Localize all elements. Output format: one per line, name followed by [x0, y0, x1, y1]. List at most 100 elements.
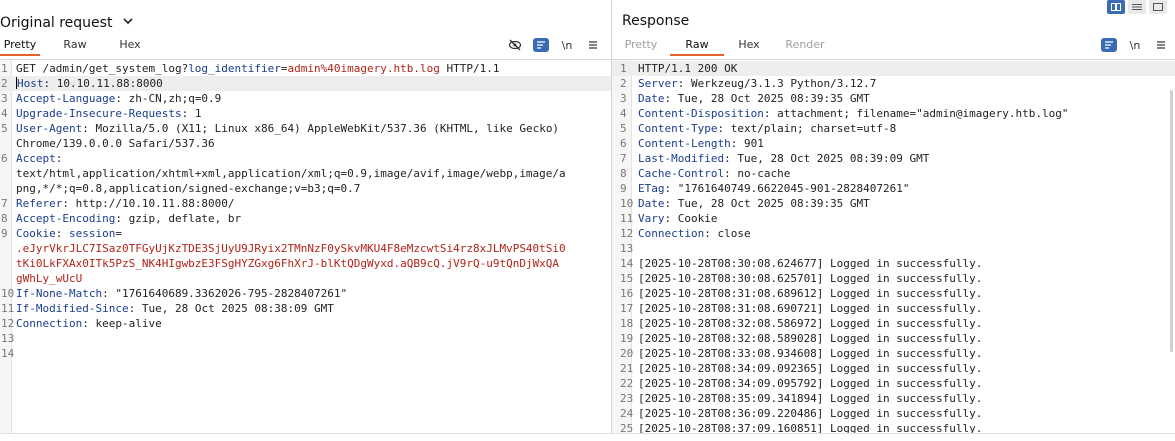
response-editor[interactable]: 1 HTTP/1.1 200 OK 2 Server: Werkzeug/3.1.3 …	[612, 59, 1175, 436]
line-content: Upgrade-Insecure-Requests: 1	[16, 106, 201, 121]
code-line: 3 Accept-Language: zh-CN,zh;q=0.9	[0, 91, 611, 106]
request-editor[interactable]: 1 GET /admin/get_system_log?log_identifie…	[0, 59, 611, 433]
line-number: 18	[620, 317, 634, 330]
text: [2025-10-28T08:30:08.624677] Logged in s…	[638, 257, 983, 270]
line-content: If-Modified-Since: Tue, 28 Oct 2025 08:3…	[16, 301, 334, 316]
line-number: 12	[620, 227, 634, 240]
line-number: 7	[1, 197, 8, 210]
code-line: 14	[0, 346, 611, 361]
newline-toggle[interactable]: \n	[1122, 37, 1148, 53]
text: : text/plain; charset=utf-8	[717, 122, 897, 135]
text: : close	[704, 227, 751, 240]
code-line: 9 ETag: "1761640749.6622045-901-282840726…	[612, 181, 1175, 196]
layout-toggle	[1107, 0, 1167, 14]
line-content: [2025-10-28T08:35:09.341894] Logged in s…	[638, 391, 982, 406]
tab-raw[interactable]: Raw	[40, 36, 110, 56]
code-line: 10 If-None-Match: "1761640689.3362026-795…	[0, 286, 611, 301]
param-value: tKi0LkFXAx0ITk5PzS_NK4HIgwbzE3FSgHYZGxg6…	[16, 257, 560, 270]
text: =	[115, 227, 122, 240]
header-name: Content-Length	[638, 137, 731, 150]
text: [2025-10-28T08:35:09.341894] Logged in s…	[638, 392, 983, 405]
line-content: Accept-Encoding: gzip, deflate, br	[16, 211, 241, 226]
line-content: Host: 10.10.11.88:8000	[16, 76, 163, 91]
line-number: 2	[1, 77, 8, 90]
line-content: Date: Tue, 28 Oct 2025 08:39:35 GMT	[638, 91, 870, 106]
text: [2025-10-28T08:34:09.095792] Logged in s…	[638, 377, 983, 390]
line-content: tKi0LkFXAx0ITk5PzS_NK4HIgwbzE3FSgHYZGxg6…	[16, 256, 559, 271]
code-line: text/html,application/xhtml+xml,applicat…	[0, 166, 611, 181]
layout-side-by-side-icon[interactable]	[1107, 0, 1125, 14]
tab-hex[interactable]: Hex	[724, 36, 774, 56]
line-number: 16	[620, 287, 634, 300]
code-line: 2 Server: Werkzeug/3.1.3 Python/3.12.7	[612, 76, 1175, 91]
tab-pretty[interactable]: Pretty	[0, 36, 40, 56]
text: [2025-10-28T08:31:08.689612] Logged in s…	[638, 287, 983, 300]
request-pane: Original request Pretty Raw Hex \n 1 GET …	[0, 0, 611, 441]
header-name: Cookie	[16, 227, 56, 240]
code-line: 7 Last-Modified: Tue, 28 Oct 2025 08:39:0…	[612, 151, 1175, 166]
param-value: gWhLy_wUcU	[16, 272, 83, 285]
line-number: 6	[1, 152, 8, 165]
chevron-down-icon[interactable]	[123, 13, 133, 29]
code-line: Chrome/139.0.0.0 Safari/537.36	[0, 136, 611, 151]
text: : gzip, deflate, br	[115, 212, 242, 225]
param-value: admin%40imagery.htb.log	[287, 62, 440, 75]
header-name: Content-Type	[638, 122, 718, 135]
newline-toggle[interactable]: \n	[554, 37, 580, 53]
header-name: Date	[638, 197, 665, 210]
line-content: [2025-10-28T08:36:09.220486] Logged in s…	[638, 406, 982, 421]
header-name: User-Agent	[16, 122, 83, 135]
line-content: If-None-Match: "1761640689.3362026-795-2…	[16, 286, 347, 301]
response-title: Response	[622, 13, 690, 29]
line-content: HTTP/1.1 200 OK	[638, 61, 737, 76]
header-name: Connection	[638, 227, 705, 240]
line-content: Content-Length: 901	[638, 136, 764, 151]
response-scrollbar[interactable]	[1170, 90, 1173, 352]
request-title-label: Original request	[0, 15, 113, 31]
header-name: Connection	[16, 317, 83, 330]
tab-raw[interactable]: Raw	[670, 36, 724, 56]
menu-icon[interactable]	[1148, 37, 1174, 53]
line-content: [2025-10-28T08:30:08.625701] Logged in s…	[638, 271, 982, 286]
text: :	[55, 152, 63, 165]
tab-pretty[interactable]: Pretty	[612, 36, 670, 56]
line-number: 4	[620, 107, 627, 120]
code-line: gWhLy_wUcU	[0, 271, 611, 286]
tab-render[interactable]: Render	[774, 36, 836, 56]
line-content: Connection: close	[638, 226, 751, 241]
line-number: 6	[620, 137, 627, 150]
pretty-print-icon[interactable]	[528, 37, 554, 53]
menu-icon[interactable]	[580, 37, 606, 53]
line-number: 3	[1, 92, 8, 105]
request-toolbar: \n	[502, 37, 606, 53]
code-line: 6 Content-Length: 901	[612, 136, 1175, 151]
code-line: 12 Connection: close	[612, 226, 1175, 241]
line-number: 5	[620, 122, 627, 135]
layout-stacked-icon[interactable]	[1128, 0, 1146, 14]
response-toolbar: \n	[1096, 37, 1174, 53]
code-line: 4 Upgrade-Insecure-Requests: 1	[0, 106, 611, 121]
tab-hex[interactable]: Hex	[110, 36, 150, 56]
text: : zh-CN,zh;q=0.9	[115, 92, 222, 105]
header-name: Date	[638, 92, 665, 105]
header-name: Last-Modified	[638, 152, 725, 165]
line-content: Accept-Language: zh-CN,zh;q=0.9	[16, 91, 221, 106]
request-lines: 1 GET /admin/get_system_log?log_identifie…	[0, 61, 611, 361]
hide-icon[interactable]	[502, 37, 528, 53]
response-lines: 1 HTTP/1.1 200 OK 2 Server: Werkzeug/3.1.3 …	[612, 61, 1175, 436]
line-number: 10	[620, 197, 634, 210]
code-line: 18 [2025-10-28T08:32:08.586972] Logged in…	[612, 316, 1175, 331]
line-number: 23	[620, 392, 634, 405]
line-content: [2025-10-28T08:34:09.092365] Logged in s…	[638, 361, 982, 376]
pretty-print-icon[interactable]	[1096, 37, 1122, 53]
code-line: 8 Cache-Control: no-cache	[612, 166, 1175, 181]
line-content: Vary: Cookie	[638, 211, 717, 226]
code-line: tKi0LkFXAx0ITk5PzS_NK4HIgwbzE3FSgHYZGxg6…	[0, 256, 611, 271]
request-title[interactable]: Original request	[0, 13, 133, 31]
code-line: 16 [2025-10-28T08:31:08.689612] Logged in…	[612, 286, 1175, 301]
text: png,*/*;q=0.8,application/signed-exchang…	[16, 182, 361, 195]
layout-tabs-icon[interactable]	[1149, 0, 1167, 14]
text: =	[280, 62, 288, 75]
line-number: 14	[1, 347, 15, 360]
line-content: Last-Modified: Tue, 28 Oct 2025 08:39:09…	[638, 151, 929, 166]
